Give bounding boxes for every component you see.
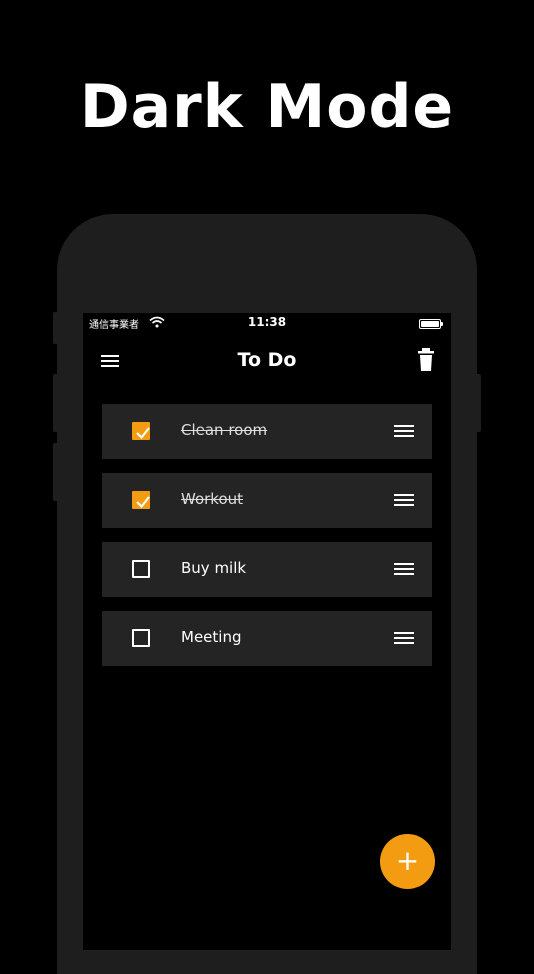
todo-label: Clean room [181,421,268,439]
phone-power-button [475,374,481,432]
todo-label: Buy milk [181,559,247,577]
todo-list: Clean room Workout Buy milk Meeting [102,404,432,680]
page-title: To Do [237,349,297,371]
battery-icon [419,319,443,329]
navigation-bar: To Do [83,339,451,383]
plus-icon: + [395,844,420,877]
checkmark-icon [136,496,150,509]
todo-checkbox-checked[interactable] [132,422,150,440]
drag-handle-icon[interactable] [394,493,414,507]
drag-handle-icon[interactable] [394,631,414,645]
todo-checkbox-unchecked[interactable] [132,629,150,647]
phone-volume-down [53,443,59,501]
todo-checkbox-checked[interactable] [132,491,150,509]
todo-item[interactable]: Clean room [102,404,432,459]
headline: Dark Mode [79,72,455,142]
todo-label: Workout [181,490,244,508]
phone-mute-switch [53,312,59,344]
checkmark-icon [136,427,150,440]
app-screen: 通信事業者 11:38 To Do Clean room Workout Buy… [83,313,451,950]
add-todo-button[interactable]: + [380,834,435,889]
todo-item[interactable]: Workout [102,473,432,528]
drag-handle-icon[interactable] [394,562,414,576]
todo-checkbox-unchecked[interactable] [132,560,150,578]
todo-item[interactable]: Buy milk [102,542,432,597]
todo-label: Meeting [181,628,242,646]
status-bar: 通信事業者 11:38 [83,313,451,333]
phone-volume-up [53,374,59,432]
trash-icon[interactable] [415,347,437,373]
status-time: 11:38 [247,315,287,329]
drag-handle-icon[interactable] [394,424,414,438]
todo-item[interactable]: Meeting [102,611,432,666]
